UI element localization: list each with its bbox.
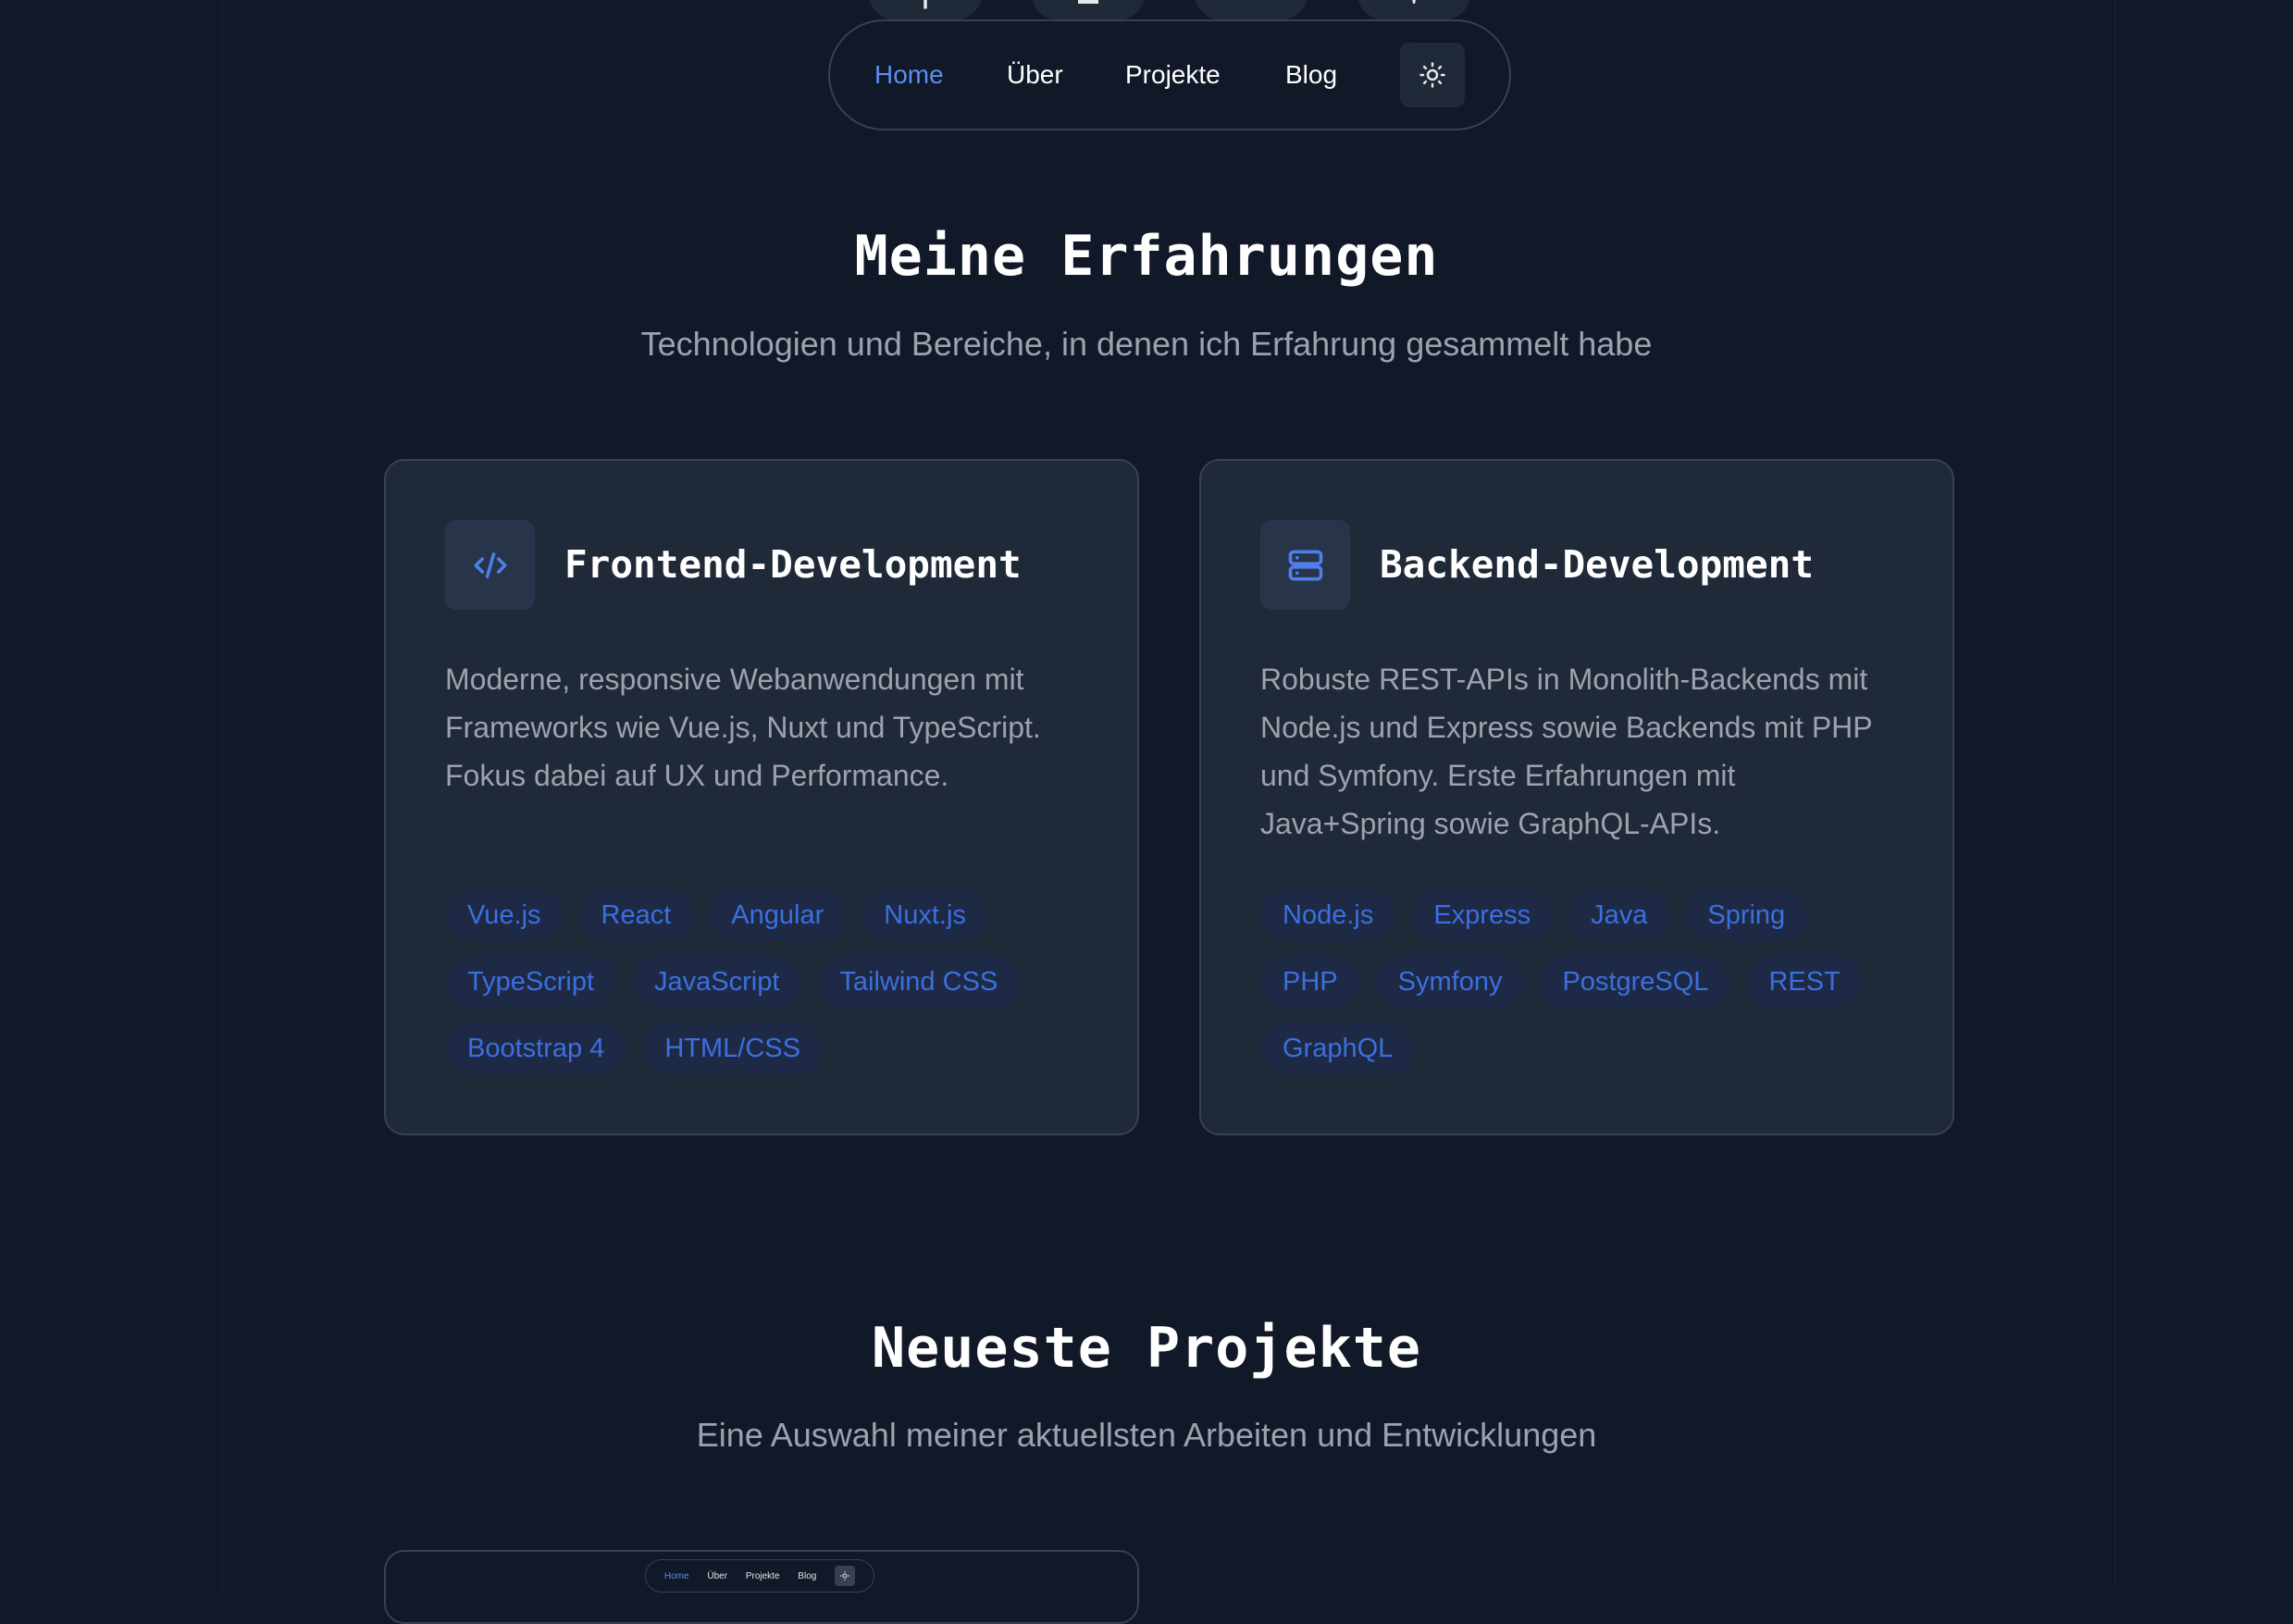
- tag: HTML/CSS: [642, 1023, 823, 1074]
- tag: TypeScript: [445, 956, 616, 1008]
- social-icon: ╽: [919, 0, 931, 7]
- tag: React: [578, 889, 694, 941]
- nav-link-projekte[interactable]: Projekte: [1125, 21, 1221, 129]
- tag: Bootstrap 4: [445, 1023, 627, 1074]
- main-nav: Home Über Projekte Blog: [828, 19, 1511, 130]
- tag: Spring: [1685, 889, 1808, 941]
- card-title: Backend-Development: [1380, 542, 1814, 587]
- preview-nav-blog: Blog: [798, 1570, 817, 1581]
- tag: JavaScript: [632, 956, 802, 1008]
- nav-link-blog[interactable]: Blog: [1285, 21, 1337, 129]
- preview-nav-home: Home: [663, 1570, 689, 1581]
- social-link-button[interactable]: ⋎: [1357, 0, 1471, 20]
- tag: Tailwind CSS: [817, 956, 1021, 1008]
- nav-link-uber[interactable]: Über: [1007, 21, 1063, 129]
- sun-icon: [1419, 62, 1445, 88]
- experience-title: Meine Erfahrungen: [854, 224, 1439, 289]
- server-icon: [1288, 550, 1322, 580]
- project-card[interactable]: Home Über Projekte Blog: [384, 1550, 1139, 1624]
- tag: PHP: [1260, 956, 1360, 1008]
- tag: Java: [1568, 889, 1670, 941]
- projects-subtitle: Eine Auswahl meiner aktuellsten Arbeiten…: [696, 1416, 1597, 1454]
- tag: Vue.js: [445, 889, 564, 941]
- card-title: Frontend-Development: [564, 542, 1022, 587]
- tag-list: Node.js Express Java Spring PHP Symfony …: [1260, 889, 1899, 1074]
- theme-toggle-button[interactable]: [1400, 43, 1465, 107]
- tag: Nuxt.js: [861, 889, 988, 941]
- experience-subtitle: Technologien und Bereiche, in denen ich …: [640, 325, 1653, 363]
- experience-card-frontend: Frontend-Development Moderne, responsive…: [384, 459, 1139, 1135]
- social-icon: ⋎: [1407, 0, 1421, 7]
- preview-theme-toggle: [835, 1566, 856, 1586]
- social-link-button[interactable]: ╽: [868, 0, 983, 20]
- card-icon-container: [445, 520, 535, 610]
- project-preview-nav: Home Über Projekte Blog: [645, 1559, 874, 1593]
- tag: Symfony: [1375, 956, 1525, 1008]
- sun-icon: [840, 1571, 850, 1581]
- preview-nav-projekte: Projekte: [745, 1570, 780, 1581]
- social-links-row: ╽ ▬ ⋎: [868, 0, 1482, 20]
- tag: GraphQL: [1260, 1023, 1416, 1074]
- card-description: Moderne, responsive Webanwendungen mit F…: [445, 663, 1041, 792]
- tag-list: Vue.js React Angular Nuxt.js TypeScript …: [445, 889, 1084, 1074]
- tag: Express: [1411, 889, 1554, 941]
- card-icon-container: [1260, 520, 1350, 610]
- social-icon: ▬: [1078, 0, 1098, 7]
- preview-nav-uber: Über: [707, 1570, 728, 1581]
- tag: Node.js: [1260, 889, 1396, 941]
- tag: PostgreSQL: [1540, 956, 1731, 1008]
- code-icon: [474, 552, 506, 578]
- experience-card-backend: Backend-Development Robuste REST-APIs in…: [1199, 459, 1954, 1135]
- card-description: Robuste REST-APIs in Monolith-Backends m…: [1260, 663, 1873, 840]
- nav-link-home[interactable]: Home: [874, 21, 944, 129]
- social-link-button[interactable]: [1194, 0, 1308, 20]
- projects-title: Neueste Projekte: [872, 1316, 1421, 1381]
- tag: REST: [1746, 956, 1863, 1008]
- tag: Angular: [709, 889, 847, 941]
- social-link-button[interactable]: ▬: [1031, 0, 1146, 20]
